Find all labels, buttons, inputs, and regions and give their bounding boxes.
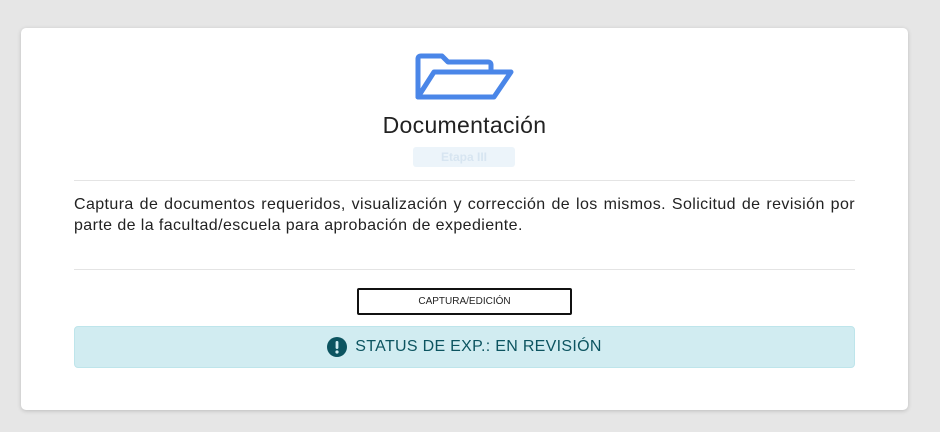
exclamation-circle-icon (327, 337, 348, 357)
status-alert: STATUS DE EXP.: EN REVISIÓN (74, 326, 855, 368)
stage-badge: Etapa III (413, 147, 515, 167)
bottom-divider (74, 269, 855, 270)
documentation-card: Documentación Etapa III Captura de docum… (21, 28, 908, 410)
status-text: STATUS DE EXP.: EN REVISIÓN (355, 338, 602, 355)
card-description: Captura de documentos requeridos, visual… (74, 196, 855, 234)
folder-open-icon (415, 53, 514, 100)
card-title: Documentación (382, 112, 547, 138)
captura-edicion-button[interactable]: CAPTURA/EDICIÓN (357, 288, 572, 315)
top-divider (74, 180, 855, 181)
